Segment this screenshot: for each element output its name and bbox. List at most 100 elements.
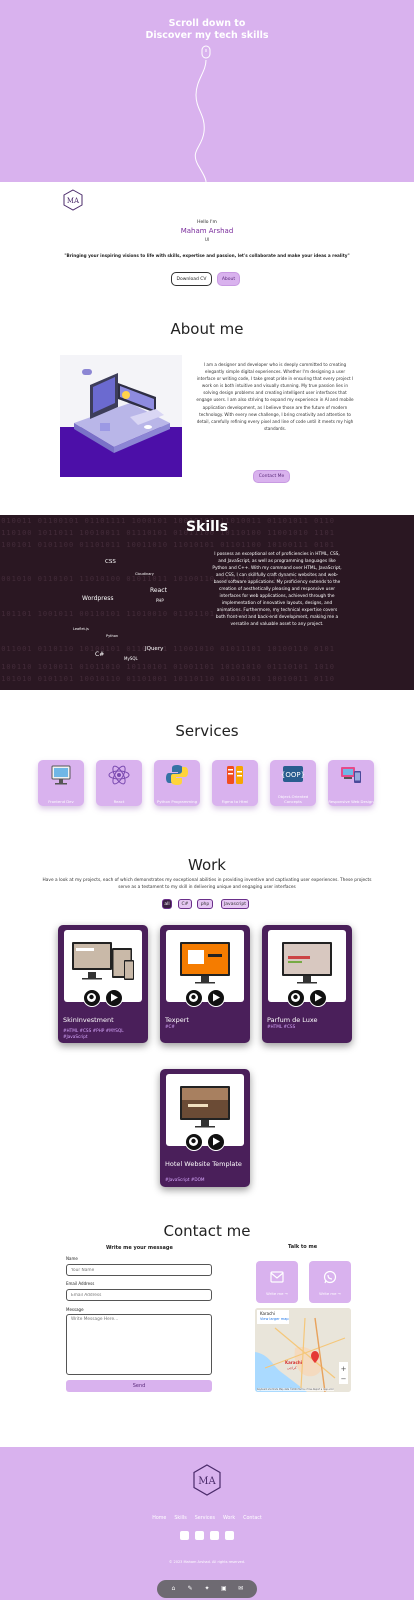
map-larger-link[interactable]: View larger map [260,1317,289,1321]
footer-nav-link[interactable]: Contact [243,1516,262,1521]
ma-logo-icon[interactable]: MA [62,189,84,211]
skill-word: Cloudinary [135,572,154,576]
service-label: Python Programming [157,799,197,804]
oop-icon: {OOP} [281,766,305,782]
service-card[interactable]: React [96,760,142,806]
map-city-native-label: کراچی [287,1366,297,1370]
filter-button[interactable]: C# [178,899,192,909]
footer-nav-link[interactable]: Services [195,1516,215,1521]
project-card[interactable]: Texpert #C# [160,925,250,1043]
about-text: I am a designer and developer who is dee… [196,362,354,431]
play-icon [213,1137,220,1146]
project-screenshot [268,930,346,1002]
python-icon [166,765,188,785]
skill-word: CSS [105,559,116,565]
project-screenshot [166,930,244,1002]
github-link-button[interactable] [83,989,101,1007]
svg-text:MA: MA [198,1476,216,1487]
svg-text:+: + [341,1365,347,1373]
service-label: Figma to Html [221,799,249,804]
whatsapp-tile[interactable]: Write me → [309,1261,351,1303]
demo-play-button[interactable] [105,989,123,1007]
skills-text: I possess an exceptional set of proficie… [212,552,342,628]
project-card[interactable]: Parfum de Luxe #HTML #CSS [262,925,352,1043]
mail-icon [270,1271,284,1283]
github-icon [87,993,96,1002]
footer: MA Home Skills Services Work Contact © 2023 … [0,1447,414,1600]
chat-icon[interactable]: ✉ [237,1585,245,1593]
briefcase-icon[interactable]: ▣ [220,1585,228,1593]
github-icon [189,1137,198,1146]
figma-html-icon [227,766,243,784]
user-icon[interactable]: ✎ [186,1585,194,1593]
react-atom-icon [108,765,130,785]
about-button[interactable]: About [217,272,240,286]
message-field[interactable] [66,1314,212,1375]
play-icon [315,993,322,1002]
name-field[interactable] [66,1264,212,1276]
project-tags: #HTML #CSS [267,1024,296,1029]
play-icon [213,993,220,1002]
name-label: Name [66,1256,78,1261]
github-link-button[interactable] [287,989,305,1007]
ma-logo-icon[interactable]: MA [191,1464,223,1496]
service-card[interactable]: {OOP} Object-Oriented Concepts [270,760,316,806]
github-icon [291,993,300,1002]
about-title: About me [170,320,244,338]
service-label: Object-Oriented Concepts [277,794,309,804]
project-card[interactable]: Hotel Website Template #JavaScript #DOM [160,1069,250,1187]
binary-background: 1011001 0110110 10100101 01101011 110010… [0,645,335,653]
map-city-name: Karachi [260,1311,275,1316]
binary-background: 1101010 0101101 10010110 01101001 101101… [0,675,335,683]
tagline: "Bringing your inspiring visions to life… [64,253,350,258]
skill-word: MySQL [124,656,138,661]
home-icon[interactable]: ⌂ [169,1585,177,1593]
project-title: Parfum de Luxe [267,1016,318,1024]
role-text: UI [204,238,210,243]
hero-section: Scroll down to Discover my tech skills [0,0,414,182]
demo-play-button[interactable] [207,989,225,1007]
instagram-icon[interactable] [195,1531,204,1540]
footer-nav-link[interactable]: Skills [174,1516,186,1521]
filter-button[interactable]: php [197,899,213,909]
whatsapp-icon [323,1270,337,1284]
service-card[interactable]: Frontend Dev [38,760,84,806]
bottom-dock: ⌂ ✎ ✦ ▣ ✉ [157,1580,257,1598]
svg-text:MA: MA [67,197,80,205]
project-title: Hotel Website Template [165,1160,242,1168]
project-card[interactable]: SkinInvestment #HTML #CSS #PHP #MYSQL #Ja… [58,925,148,1043]
service-card[interactable]: Python Programming [154,760,200,806]
contact-me-button[interactable]: Contact Me [253,470,290,483]
owner-name: Maham Arshad [180,227,234,235]
service-label: Responsive Web Design [328,799,374,804]
download-cv-button[interactable]: Download CV [171,272,212,286]
github-link-button[interactable] [185,989,203,1007]
filter-button[interactable]: Javascript [221,899,249,909]
linkedin-icon[interactable] [210,1531,219,1540]
send-button[interactable]: Send [66,1380,212,1392]
footer-nav-link[interactable]: Work [223,1516,235,1521]
service-card[interactable]: Figma to Html [212,760,258,806]
map-city-label: Karachi [285,1360,303,1365]
skills-section: 1010011 01100101 01101111 1000101 100101… [0,515,414,690]
demo-play-button[interactable] [207,1133,225,1151]
tools-icon[interactable]: ✦ [203,1585,211,1593]
github-icon [189,993,198,1002]
footer-nav-link[interactable]: Home [152,1516,166,1521]
form-heading: Write me your message [106,1245,173,1251]
github-link-button[interactable] [185,1133,203,1151]
demo-play-button[interactable] [309,989,327,1007]
github-icon[interactable] [225,1531,234,1540]
work-title: Work [188,856,226,874]
location-map[interactable]: + − Karachi View larger map Karachi کراچ… [255,1308,351,1392]
svg-text:−: − [341,1375,347,1383]
filter-button[interactable]: all [162,899,172,909]
email-tile[interactable]: Write me → [256,1261,298,1303]
facebook-icon[interactable] [180,1531,189,1540]
binary-background: 1100101 0101100 01101011 10011010 110101… [0,541,335,549]
skill-word: JQuery [145,646,164,652]
skill-word: React [150,587,167,594]
binary-background: 0101101 1001011 00110101 11010010 011011… [0,610,335,618]
service-card[interactable]: Responsive Web Design [328,760,374,806]
email-field[interactable] [66,1289,212,1301]
